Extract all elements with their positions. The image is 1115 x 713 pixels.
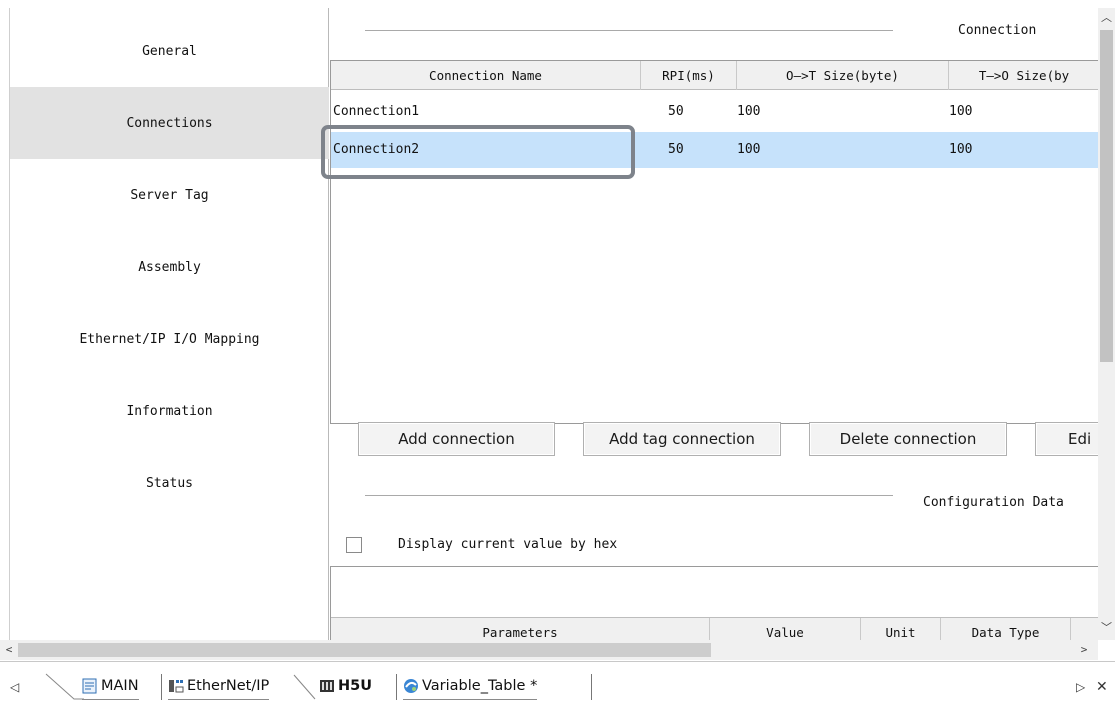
scroll-right-icon[interactable]: > bbox=[1078, 642, 1090, 658]
configuration-table: Parameters Value Unit Data Type bbox=[330, 566, 1098, 640]
column-header-value[interactable]: Value bbox=[710, 618, 861, 640]
sidebar-item-information[interactable]: Information bbox=[10, 375, 329, 447]
column-header-to-size[interactable]: T—>O Size(by bbox=[949, 61, 1098, 90]
hex-display-label: Display current value by hex bbox=[398, 537, 618, 552]
column-header-parameters[interactable]: Parameters bbox=[331, 618, 710, 640]
network-device-icon bbox=[168, 678, 184, 694]
tab-main[interactable]: MAIN bbox=[82, 673, 139, 700]
tab-label: EtherNet/IP bbox=[187, 678, 270, 694]
cell-rpi: 50 bbox=[668, 142, 684, 157]
tab-scroll-left-icon[interactable]: ◁ bbox=[10, 680, 19, 694]
table-header: Connection Name RPI(ms) O—>T Size(byte) … bbox=[331, 61, 1098, 90]
tab-scroll-right-icon[interactable]: ▷ bbox=[1076, 680, 1085, 694]
hex-display-checkbox[interactable] bbox=[346, 537, 362, 553]
tab-variable-table[interactable]: Variable_Table * bbox=[403, 673, 538, 700]
table-row-selected[interactable]: Connection2 50 100 100 bbox=[331, 132, 1098, 168]
tab-edge-decoration bbox=[45, 673, 84, 700]
table-row[interactable]: Connection1 50 100 100 bbox=[331, 94, 1098, 130]
configuration-section-title: Configuration Data bbox=[923, 495, 1064, 510]
column-header-data-type[interactable]: Data Type bbox=[941, 618, 1071, 640]
vertical-scrollbar[interactable]: ︿ ﹀ bbox=[1098, 8, 1115, 640]
sidebar-item-label: Assembly bbox=[138, 259, 201, 275]
column-header-ot-size[interactable]: O—>T Size(byte) bbox=[737, 61, 949, 90]
section-divider bbox=[365, 495, 893, 496]
tab-label: H5U bbox=[338, 678, 372, 694]
table-header: Parameters Value Unit Data Type bbox=[331, 617, 1098, 640]
sidebar-item-connections[interactable]: Connections bbox=[10, 87, 329, 159]
cell-connection-name: Connection1 bbox=[333, 104, 420, 119]
column-header-unit[interactable]: Unit bbox=[861, 618, 941, 640]
tab-h5u[interactable]: H5U bbox=[319, 673, 372, 700]
scrollbar-thumb[interactable] bbox=[18, 643, 711, 657]
settings-sidebar: General Connections Server Tag Assembly … bbox=[9, 8, 329, 640]
tab-edge-decoration bbox=[293, 674, 316, 700]
cell-ot-size: 100 bbox=[737, 142, 761, 157]
sidebar-item-io-mapping[interactable]: Ethernet/IP I/O Mapping bbox=[10, 303, 329, 375]
add-connection-button[interactable]: Add connection bbox=[358, 422, 555, 456]
section-divider bbox=[365, 30, 893, 31]
cell-ot-size: 100 bbox=[737, 104, 761, 119]
scroll-down-icon[interactable]: ﹀ bbox=[1098, 620, 1115, 636]
sidebar-item-label: Ethernet/IP I/O Mapping bbox=[79, 331, 260, 347]
sidebar-item-status[interactable]: Status bbox=[10, 447, 329, 519]
tab-separator bbox=[396, 674, 397, 700]
edit-button[interactable]: Edi bbox=[1035, 422, 1098, 456]
column-header-rpi[interactable]: RPI(ms) bbox=[641, 61, 737, 90]
plc-device-icon bbox=[319, 678, 335, 694]
sidebar-item-general[interactable]: General bbox=[10, 15, 329, 87]
column-header-name[interactable]: Connection Name bbox=[331, 61, 641, 90]
cell-connection-name: Connection2 bbox=[333, 142, 420, 157]
tab-label: Variable_Table * bbox=[422, 678, 538, 694]
sidebar-item-label: Status bbox=[146, 475, 193, 491]
connections-panel: Connection Connection Name RPI(ms) O—>T … bbox=[330, 8, 1098, 640]
cell-to-size: 100 bbox=[949, 142, 973, 157]
variable-table-icon bbox=[403, 678, 419, 694]
scrollbar-thumb[interactable] bbox=[1100, 30, 1113, 362]
tab-separator bbox=[591, 674, 592, 700]
sidebar-item-server-tag[interactable]: Server Tag bbox=[10, 159, 329, 231]
sidebar-item-assembly[interactable]: Assembly bbox=[10, 231, 329, 303]
horizontal-scrollbar[interactable]: < > bbox=[0, 640, 1098, 660]
tab-ethernet-ip[interactable]: EtherNet/IP bbox=[168, 673, 270, 700]
ladder-program-icon bbox=[82, 678, 98, 694]
sidebar-item-label: General bbox=[142, 43, 197, 59]
close-icon[interactable]: ✕ bbox=[1096, 679, 1108, 695]
tab-label: MAIN bbox=[101, 678, 139, 694]
connections-table: Connection Name RPI(ms) O—>T Size(byte) … bbox=[330, 60, 1098, 424]
connection-section-title: Connection bbox=[958, 23, 1037, 38]
scroll-up-icon[interactable]: ︿ bbox=[1098, 10, 1115, 26]
cell-to-size: 100 bbox=[949, 104, 973, 119]
sidebar-item-label: Information bbox=[126, 403, 213, 419]
cell-rpi: 50 bbox=[668, 104, 684, 119]
delete-connection-button[interactable]: Delete connection bbox=[809, 422, 1007, 456]
sidebar-item-label: Connections bbox=[126, 115, 213, 131]
tab-separator bbox=[161, 674, 162, 700]
scroll-left-icon[interactable]: < bbox=[3, 642, 15, 658]
sidebar-item-label: Server Tag bbox=[130, 187, 209, 203]
document-tab-bar: ◁ MAIN EtherNet/IP H5U Variable_Table * … bbox=[0, 661, 1115, 713]
add-tag-connection-button[interactable]: Add tag connection bbox=[583, 422, 781, 456]
